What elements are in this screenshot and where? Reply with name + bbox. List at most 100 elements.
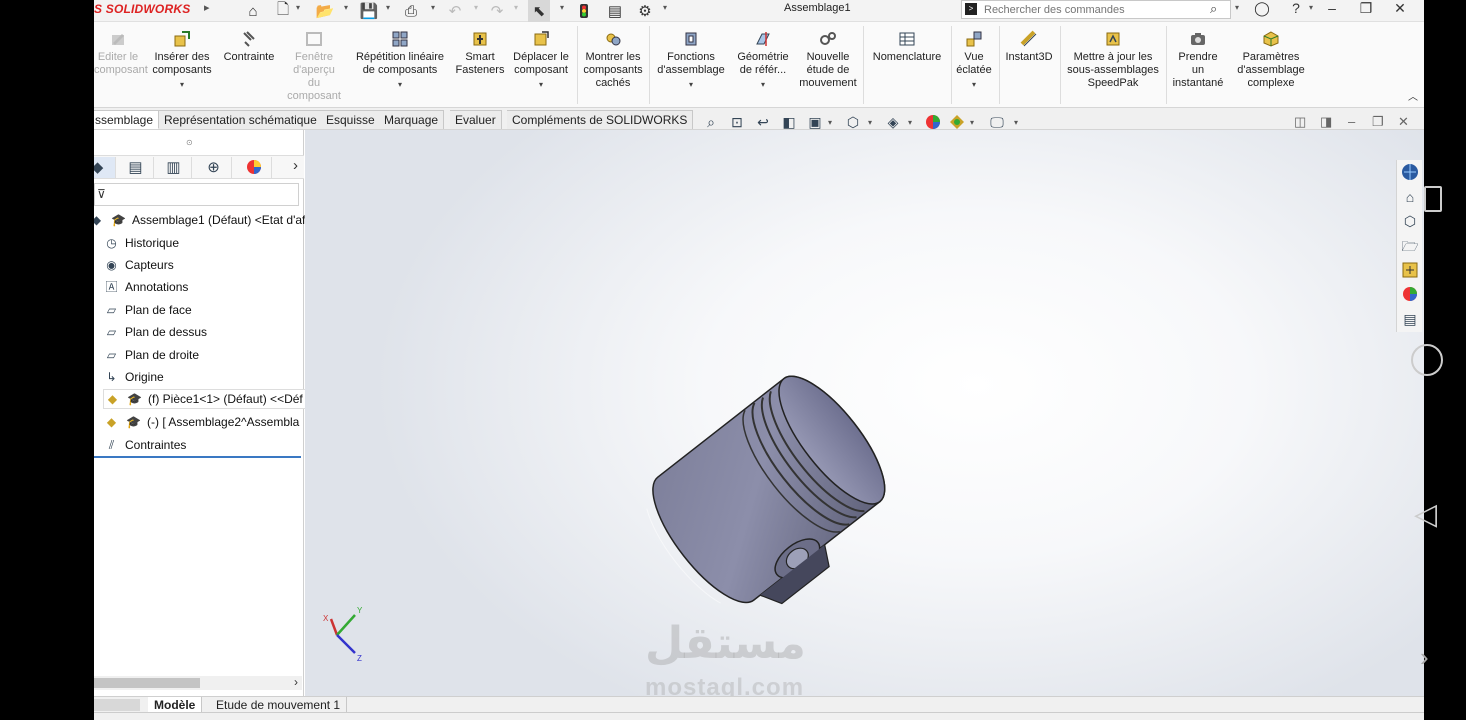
tree-item-origin[interactable]: ↳ Origine — [103, 367, 163, 387]
smart-fasteners-button[interactable]: Smart Fasteners — [454, 28, 506, 106]
feature-manager-tab-icon[interactable]: ◆ — [94, 157, 116, 178]
save-icon[interactable]: 💾 — [358, 0, 380, 22]
tree-item-top-plane[interactable]: ▱ Plan de dessus — [103, 322, 207, 342]
component-preview-window-button[interactable]: Fenêtre d'aperçu du composant — [282, 28, 346, 106]
instant3d-button[interactable]: Instant3D — [1000, 28, 1058, 106]
mate-button[interactable]: Contrainte — [218, 28, 280, 106]
bill-of-materials-button[interactable]: Nomenclature — [866, 28, 948, 106]
assembly-features-dropdown-icon[interactable]: ▾ — [652, 78, 730, 91]
tree-item-history[interactable]: ◷ Historique — [103, 233, 179, 253]
restore-icon[interactable]: ❐ — [1356, 0, 1376, 20]
large-assembly-settings-button[interactable]: Paramètres d'assemblage complexe — [1230, 28, 1312, 106]
print-icon[interactable]: ⎙ — [400, 0, 422, 22]
appearances-icon[interactable] — [1400, 284, 1420, 304]
viewport-tile-right-icon[interactable]: ◨ — [1320, 114, 1332, 130]
open-dropdown-icon[interactable]: ▾ — [344, 3, 348, 12]
viewport-close-icon[interactable]: ✕ — [1398, 114, 1409, 130]
user-account-icon[interactable]: ◯ — [1252, 0, 1272, 20]
dimxpert-tab-icon[interactable]: ⊕ — [196, 157, 232, 178]
assembly-features-button[interactable]: Fonctions d'assemblage ▾ — [652, 28, 730, 106]
redo-icon[interactable]: ↷ — [486, 0, 508, 22]
print-dropdown-icon[interactable]: ▾ — [431, 3, 435, 12]
collapse-ribbon-icon[interactable]: ︿ — [1408, 88, 1418, 103]
new-document-icon[interactable]: 🗋 — [272, 0, 294, 22]
home-pane-icon[interactable]: ⌂ — [1400, 187, 1420, 207]
select-cursor-icon[interactable]: ⬉ — [528, 0, 550, 22]
design-library-icon[interactable]: ⬡ — [1400, 211, 1420, 231]
tree-item-sensors[interactable]: ◉ Capteurs — [103, 255, 173, 275]
exploded-view-button[interactable]: Vue éclatée ▾ — [952, 28, 996, 106]
save-dropdown-icon[interactable]: ▾ — [386, 3, 390, 12]
tab-model[interactable]: Modèle — [148, 697, 203, 713]
panel-grip-icon[interactable]: ⊙ — [186, 138, 193, 147]
tab-scroll-buttons[interactable] — [94, 699, 140, 711]
tree-item-annotations[interactable]: 🄰 Annotations — [103, 277, 188, 297]
file-explorer-icon[interactable]: 🗁 — [1400, 236, 1420, 256]
property-manager-tab-icon[interactable]: ▤ — [118, 157, 154, 178]
undo-icon[interactable]: ↶ — [444, 0, 466, 22]
phone-next-icon[interactable]: › — [1420, 644, 1429, 670]
view-settings-dropdown-icon[interactable]: ▾ — [1014, 118, 1018, 127]
tree-rollback-bar[interactable] — [94, 456, 301, 458]
take-snapshot-button[interactable]: Prendre un instantané — [1168, 28, 1228, 106]
move-component-button[interactable]: Déplacer le composant ▾ — [508, 28, 574, 106]
rebuild-icon[interactable] — [576, 0, 592, 22]
tab-evaluer[interactable]: Evaluer — [450, 110, 502, 129]
view-dropdown-icon[interactable]: ▾ — [828, 118, 832, 127]
exploded-view-dropdown-icon[interactable]: ▾ — [952, 78, 996, 91]
phone-home-icon[interactable] — [1411, 344, 1443, 376]
horizontal-scrollbar[interactable]: › — [94, 675, 302, 690]
appearance-dropdown-icon[interactable]: ▾ — [970, 118, 974, 127]
edit-component-button[interactable]: Editer le composant — [94, 28, 148, 106]
tree-item-front-plane[interactable]: ▱ Plan de face — [103, 300, 192, 320]
custom-properties-icon[interactable]: ▤ — [1400, 309, 1420, 329]
search-input[interactable] — [984, 2, 1204, 17]
redo-dropdown-icon[interactable]: ▾ — [514, 3, 518, 12]
select-dropdown-icon[interactable]: ▾ — [560, 3, 564, 12]
configuration-manager-tab-icon[interactable]: ▥ — [156, 157, 192, 178]
tree-item-root-assembly[interactable]: ◆ 🎓 Assemblage1 (Défaut) <Etat d'affi — [94, 210, 311, 230]
tab-esquisse[interactable]: Esquisse — [321, 110, 381, 129]
options-gear-icon[interactable]: ⚙ — [634, 0, 656, 22]
feature-filter-input[interactable]: ⊽ — [94, 183, 299, 206]
tree-item-right-plane[interactable]: ▱ Plan de droite — [103, 345, 199, 365]
close-icon[interactable]: ✕ — [1390, 0, 1410, 20]
orientation-dropdown-icon[interactable]: ▾ — [868, 118, 872, 127]
search-icon[interactable]: ⌕ — [1210, 1, 1217, 17]
display-manager-tab-icon[interactable] — [236, 157, 272, 178]
display-style-dropdown-icon[interactable]: ▾ — [908, 118, 912, 127]
file-properties-icon[interactable]: ▤ — [604, 0, 626, 22]
tab-complements[interactable]: Compléments de SOLIDWORKS — [507, 110, 694, 129]
undo-dropdown-icon[interactable]: ▾ — [474, 3, 478, 12]
insert-components-button[interactable]: Insérer des composants ▾ — [148, 28, 216, 106]
tree-item-mates[interactable]: ⫽ Contraintes — [103, 435, 187, 455]
tree-item-part1[interactable]: ◆ 🎓 (f) Pièce1<1> (Défaut) <<Déf — [103, 389, 306, 409]
linear-component-pattern-button[interactable]: Répétition linéaire de composants ▾ — [348, 28, 452, 106]
insert-components-dropdown-icon[interactable]: ▾ — [148, 78, 216, 91]
viewport-minimize-icon[interactable]: – — [1348, 114, 1355, 129]
tab-marquage[interactable]: Marquage — [379, 110, 445, 129]
tree-item-subassembly2[interactable]: ◆ 🎓 (-) [ Assemblage2^Assembla — [103, 412, 299, 432]
menu-expand-arrow-icon[interactable]: ▸ — [204, 1, 210, 14]
graphics-area[interactable]: X Y Z مستقل mostaql.com — [305, 130, 1424, 696]
show-hidden-components-button[interactable]: Montrer les composants cachés — [580, 28, 646, 106]
minimize-icon[interactable]: – — [1322, 0, 1342, 20]
viewport-restore-icon[interactable]: ❐ — [1372, 114, 1384, 130]
options-dropdown-icon[interactable]: ▾ — [663, 3, 667, 12]
search-dropdown-icon[interactable]: ▾ — [1235, 3, 1239, 12]
linear-pattern-dropdown-icon[interactable]: ▾ — [348, 78, 452, 91]
phone-recent-apps-icon[interactable] — [1424, 186, 1442, 212]
home-icon[interactable]: ⌂ — [242, 0, 264, 22]
new-dropdown-icon[interactable]: ▾ — [296, 3, 300, 12]
reference-geometry-button[interactable]: Géométrie de référ... ▾ — [732, 28, 794, 106]
help-icon[interactable]: ? — [1286, 0, 1306, 20]
tab-assemblage[interactable]: ssemblage — [94, 110, 160, 129]
solidworks-resources-icon[interactable] — [1400, 162, 1420, 182]
phone-back-icon[interactable]: ◁ — [1414, 500, 1437, 530]
tab-motion-study-1[interactable]: Etude de mouvement 1 — [210, 697, 348, 713]
view-palette-icon[interactable] — [1400, 260, 1420, 280]
tab-representation-schematique[interactable]: Représentation schématique — [159, 110, 323, 129]
scrollbar-thumb[interactable] — [94, 678, 200, 688]
open-icon[interactable]: 📂 — [314, 0, 336, 22]
scroll-right-icon[interactable]: › — [294, 675, 298, 689]
